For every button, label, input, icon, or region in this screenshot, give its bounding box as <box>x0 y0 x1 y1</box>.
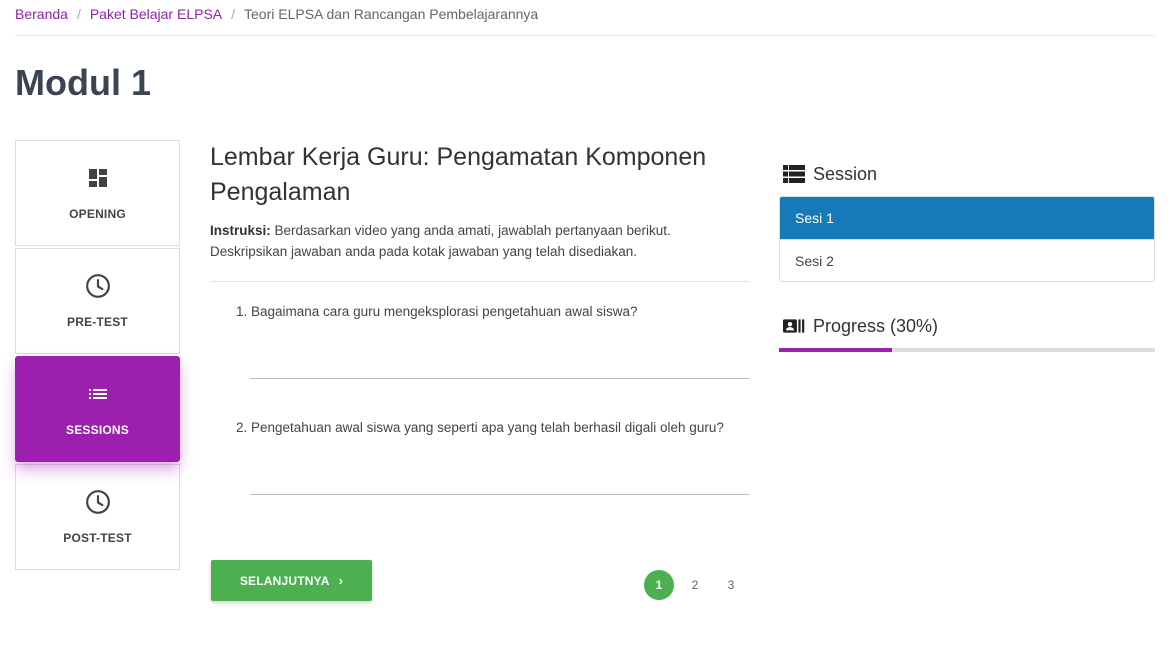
nav-item-pre-test[interactable]: PRE-TEST <box>15 248 180 354</box>
breadcrumb-link-package[interactable]: Paket Belajar ELPSA <box>90 6 222 22</box>
question-1: 1. Bagaimana cara guru mengeksplorasi pe… <box>236 304 638 319</box>
session-item-2[interactable]: Sesi 2 <box>780 239 1154 281</box>
clock-icon <box>85 273 111 299</box>
dashboard-icon <box>85 165 111 191</box>
progress-title: Progress (30%) <box>813 315 939 336</box>
page-link-3[interactable]: 3 <box>716 570 746 600</box>
nav-item-post-test[interactable]: POST-TEST <box>15 464 180 570</box>
list-icon <box>85 381 111 407</box>
clock-icon <box>85 489 111 515</box>
nav-label: POST-TEST <box>63 531 132 545</box>
page-title: Modul 1 <box>15 62 151 103</box>
page-link-1[interactable]: 1 <box>644 570 674 600</box>
next-button-label: SELANJUTNYA <box>239 573 330 588</box>
next-button[interactable]: SELANJUTNYA › <box>211 560 372 601</box>
breadcrumb-separator: / <box>76 6 81 22</box>
breadcrumb-separator: / <box>231 6 236 22</box>
question-2: 2. Pengetahuan awal siswa yang seperti a… <box>236 420 724 435</box>
progress-bar <box>779 348 1155 352</box>
sidebar-panel: Session Sesi 1 Sesi 2 Progress (30%) <box>779 160 1155 352</box>
header-divider <box>15 35 1155 36</box>
instruction: Instruksi: Berdasarkan video yang anda a… <box>210 220 750 262</box>
session-title: Session <box>813 163 878 184</box>
page-link-2[interactable]: 2 <box>680 570 710 600</box>
worksheet-title: Lembar Kerja Guru: Pengamatan Komponen P… <box>210 143 707 206</box>
breadcrumb: Beranda / Paket Belajar ELPSA / Teori EL… <box>15 6 538 22</box>
answer-field-1[interactable] <box>250 378 749 379</box>
breadcrumb-current: Teori ELPSA dan Rancangan Pembelajaranny… <box>244 6 539 22</box>
breadcrumb-link-home[interactable]: Beranda <box>15 6 68 22</box>
progress-bar-fill <box>779 348 892 352</box>
nav-label: OPENING <box>69 207 126 221</box>
chevron-right-icon: › <box>338 573 344 588</box>
pagination: 1 2 3 <box>644 570 752 600</box>
nav-item-sessions[interactable]: SESSIONS <box>15 356 180 462</box>
section-divider <box>210 281 750 282</box>
answer-field-2[interactable] <box>250 494 749 495</box>
instruction-label: Instruksi: <box>210 223 271 238</box>
session-list: Sesi 1 Sesi 2 <box>779 196 1155 282</box>
view-list-icon <box>783 163 805 185</box>
progress-icon <box>783 315 805 337</box>
session-header: Session <box>779 160 1155 188</box>
nav-label: PRE-TEST <box>67 315 128 329</box>
worksheet: Lembar Kerja Guru: Pengamatan Komponen P… <box>210 140 750 495</box>
module-nav: OPENING PRE-TEST SESSIONS POST-TEST <box>15 140 180 572</box>
nav-label: SESSIONS <box>66 423 129 437</box>
progress-header: Progress (30%) <box>779 312 1155 340</box>
instruction-text: Berdasarkan video yang anda amati, jawab… <box>210 223 671 259</box>
session-item-1[interactable]: Sesi 1 <box>780 197 1154 239</box>
nav-item-opening[interactable]: OPENING <box>15 140 180 246</box>
